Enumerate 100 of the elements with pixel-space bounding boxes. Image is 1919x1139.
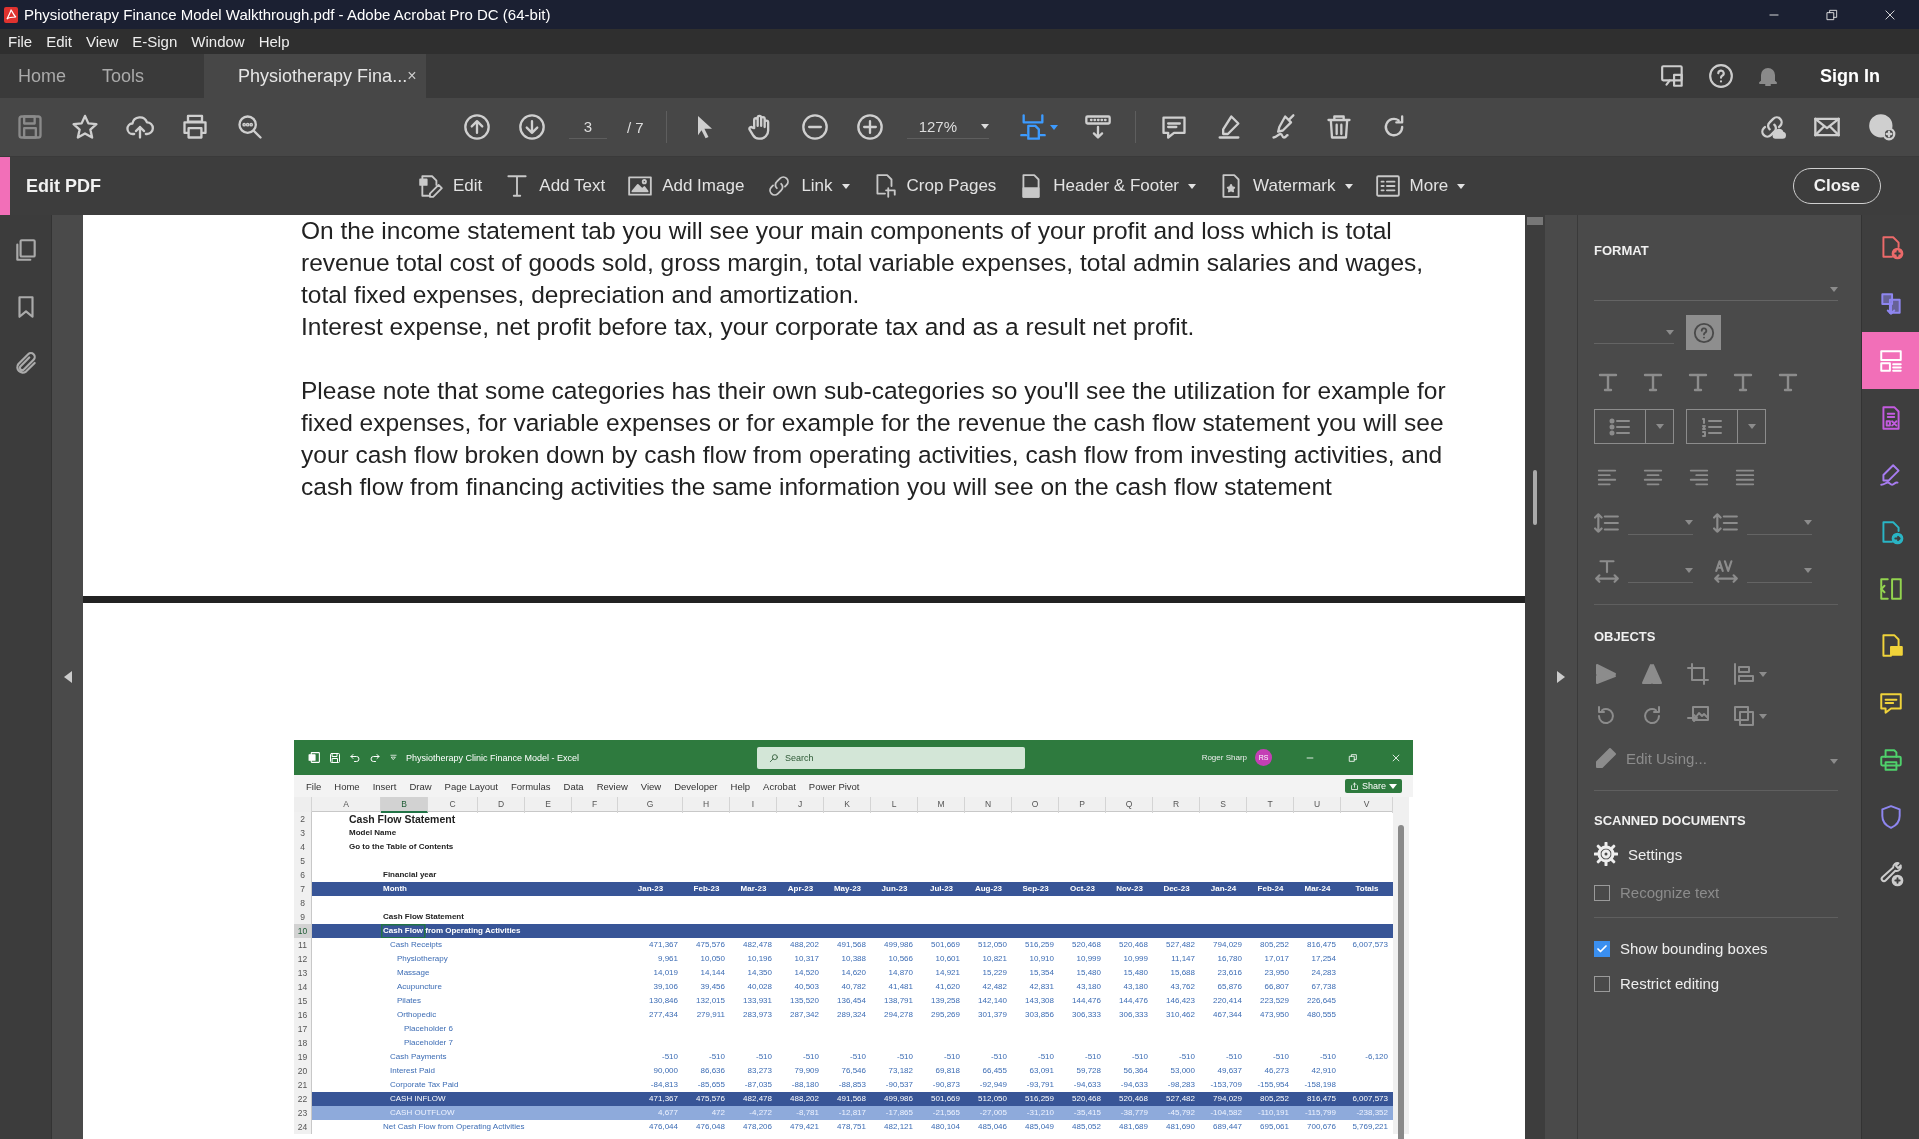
- table-cell-text: 700,676: [1306, 1121, 1337, 1133]
- table-cell-text: 142,140: [977, 995, 1008, 1007]
- row-label: CASH INFLOW: [389, 1093, 447, 1105]
- tool-button[interactable]: More: [1374, 173, 1466, 199]
- tool-button[interactable]: Edit: [418, 173, 483, 199]
- close-icon[interactable]: [1883, 7, 1897, 22]
- table-cell-text: 220,414: [1212, 995, 1243, 1007]
- crop-icon[interactable]: [1686, 662, 1710, 686]
- ribbon-tab-label: Review: [596, 780, 628, 792]
- expand-right-icon[interactable]: [1557, 671, 1565, 683]
- column-header: H: [683, 797, 730, 813]
- table-cell-text: Dec-23: [1162, 883, 1191, 895]
- spreadsheet-app-icon: [308, 751, 321, 764]
- zoom-out-icon[interactable]: [800, 113, 829, 141]
- table-cell-text: 15,354: [1028, 967, 1055, 979]
- table-cell-text: -510: [708, 1051, 726, 1063]
- help-button[interactable]: [1686, 315, 1721, 350]
- tool-button[interactable]: Watermark: [1218, 173, 1353, 199]
- scroll-mode-icon[interactable]: [1083, 113, 1112, 141]
- settings-link[interactable]: Settings: [1628, 845, 1683, 863]
- scrollbar-thumb[interactable]: [1533, 470, 1537, 525]
- caret-icon: [1344, 183, 1353, 189]
- paragraph-spacing-icon[interactable]: [1713, 510, 1739, 536]
- checkbox[interactable]: [1594, 975, 1610, 992]
- table-cell-text: 83,273: [746, 1065, 773, 1077]
- tool-button[interactable]: Link: [766, 173, 850, 199]
- help-icon[interactable]: [1708, 63, 1734, 89]
- trash-icon[interactable]: [1324, 113, 1353, 141]
- numbered-list-button[interactable]: [1686, 409, 1766, 444]
- row-label: Corporate Tax Paid: [389, 1079, 460, 1091]
- row-number: 4: [294, 840, 312, 854]
- line-spacing-icon[interactable]: [1594, 510, 1620, 536]
- help-icon: [1692, 321, 1715, 344]
- tab[interactable]: Home: [0, 54, 84, 98]
- flip-horizontal-icon[interactable]: [1594, 662, 1618, 686]
- checkbox[interactable]: [1594, 940, 1610, 957]
- save-icon[interactable]: [16, 113, 44, 141]
- flip-vertical-icon[interactable]: [1640, 662, 1664, 686]
- gear-icon[interactable]: [1594, 842, 1618, 866]
- text-scale-icon[interactable]: [1594, 558, 1620, 584]
- scrollbar-thumb[interactable]: [1527, 217, 1543, 225]
- caret-icon: [1759, 671, 1767, 677]
- sign-in-link[interactable]: Sign In: [1820, 65, 1880, 87]
- page-number-field[interactable]: 3: [569, 115, 607, 139]
- table-cell-text: 499,986: [883, 1093, 914, 1105]
- menu-item[interactable]: Edit: [39, 33, 80, 50]
- table-cell-text: -94,633: [1072, 1079, 1102, 1091]
- page-up-icon[interactable]: [463, 113, 491, 141]
- add-user-icon[interactable]: [1868, 113, 1896, 141]
- row-label: Go to the Table of Contents: [348, 841, 455, 853]
- table-cell-text: 56,364: [1122, 1065, 1149, 1077]
- checkbox-label[interactable]: Show bounding boxes: [1620, 940, 1768, 957]
- table-cell-text: 73,182: [887, 1065, 914, 1077]
- character-spacing-icon[interactable]: [1713, 558, 1739, 584]
- tool-button[interactable]: Add Image: [627, 173, 745, 199]
- tool-button[interactable]: Crop Pages: [871, 173, 997, 199]
- checkbox-label[interactable]: Restrict editing: [1620, 975, 1720, 992]
- table-cell-text: 306,333: [1118, 1009, 1149, 1021]
- row-number: 20: [294, 1064, 312, 1078]
- column-header: U: [1294, 797, 1341, 813]
- ribbon-tab-label: Help: [730, 780, 751, 792]
- table-cell-text: 49,637: [1216, 1065, 1243, 1077]
- collapse-left-icon[interactable]: [63, 671, 72, 683]
- star-icon[interactable]: [71, 113, 99, 141]
- table-cell-text: 144,476: [1071, 995, 1102, 1007]
- close-tab-icon[interactable]: ×: [407, 67, 417, 85]
- menu-item[interactable]: E-Sign: [125, 33, 185, 50]
- row-number: 23: [294, 1106, 312, 1120]
- menu-item[interactable]: Window: [184, 33, 252, 50]
- zoom-dropdown[interactable]: 127%: [906, 115, 989, 139]
- link-cloud-icon[interactable]: [1758, 113, 1786, 141]
- menu-item[interactable]: Help: [251, 33, 297, 50]
- print-icon[interactable]: [181, 113, 209, 141]
- table-cell-text: Feb-23: [692, 883, 721, 895]
- column-header: D: [478, 797, 525, 813]
- table-cell-text: 144,476: [1118, 995, 1149, 1007]
- share-screen-icon[interactable]: [1660, 63, 1686, 89]
- tab[interactable]: Tools: [84, 54, 163, 98]
- cloud-upload-icon[interactable]: [126, 113, 154, 141]
- restore-icon[interactable]: [1825, 7, 1839, 22]
- arrange-icon[interactable]: [1732, 704, 1756, 728]
- menu-item[interactable]: File: [1, 33, 40, 50]
- caret-icon: [980, 124, 989, 129]
- table-cell-text: 139,258: [930, 995, 961, 1007]
- find-icon[interactable]: [236, 113, 264, 141]
- menu-item[interactable]: View: [79, 33, 126, 50]
- section-title: FORMAT: [1594, 243, 1650, 258]
- tab[interactable]: Physiotherapy Fina...×: [204, 54, 427, 98]
- page-down-icon[interactable]: [518, 113, 546, 141]
- tool-button[interactable]: Header & Footer: [1018, 173, 1197, 199]
- redo-icon: [369, 751, 381, 764]
- column-header: L: [871, 797, 918, 813]
- row-number: 11: [294, 938, 312, 952]
- fit-page-icon[interactable]: [1018, 113, 1047, 141]
- table-cell-text: 42,831: [1028, 981, 1055, 993]
- row-number: 24: [294, 1120, 312, 1134]
- tool-button[interactable]: Add Text: [504, 173, 606, 199]
- bullet-list-button[interactable]: [1594, 409, 1674, 444]
- align-objects-icon[interactable]: [1732, 662, 1756, 686]
- zoom-in-icon[interactable]: [855, 113, 884, 141]
